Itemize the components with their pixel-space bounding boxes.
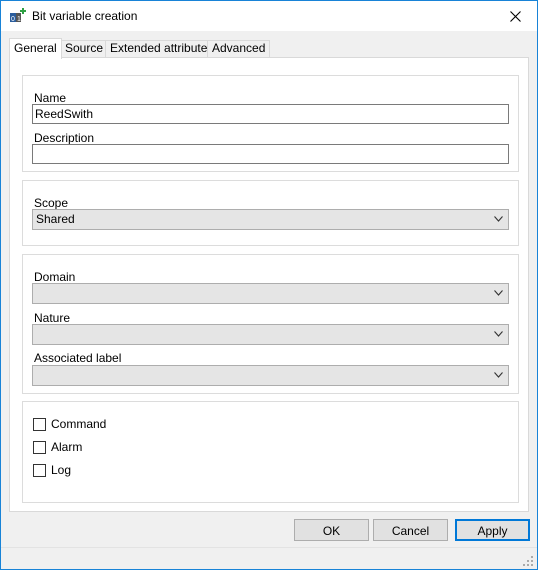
tab-extended-attributes-label: Extended attributes <box>110 41 214 55</box>
chevron-down-icon <box>494 290 503 296</box>
alarm-checkbox[interactable] <box>33 441 46 454</box>
nature-label: Nature <box>34 311 71 325</box>
associated-label-label: Associated label <box>34 351 122 365</box>
cancel-button[interactable]: Cancel <box>373 519 448 541</box>
chevron-down-icon <box>494 372 503 378</box>
command-checkbox-label: Command <box>51 417 107 431</box>
chevron-down-icon <box>494 216 503 222</box>
command-checkbox[interactable] <box>33 418 46 431</box>
tab-general[interactable]: General <box>9 38 62 59</box>
domain-label: Domain <box>34 270 76 284</box>
name-field[interactable]: ReedSwith <box>32 104 509 124</box>
scope-value: Shared <box>36 212 75 226</box>
title-bar[interactable]: 0 1 Bit variable creation <box>1 1 537 31</box>
close-button[interactable] <box>493 1 537 31</box>
svg-text:1: 1 <box>17 16 21 23</box>
tab-advanced[interactable]: Advanced <box>207 40 271 57</box>
nature-dropdown[interactable] <box>32 324 509 345</box>
general-tab-panel: Name ReedSwith Description Scope Shared … <box>9 57 529 512</box>
associated-label-dropdown[interactable] <box>32 365 509 386</box>
variable-plus-icon: 0 1 <box>10 8 26 23</box>
ok-button[interactable]: OK <box>294 519 369 541</box>
domain-dropdown[interactable] <box>32 283 509 304</box>
scope-label: Scope <box>34 196 69 210</box>
identity-group: Name ReedSwith Description <box>22 75 519 172</box>
status-bar <box>1 547 537 569</box>
alarm-checkbox-label: Alarm <box>51 440 83 454</box>
classification-group: Domain Nature Associated label <box>22 254 519 394</box>
tab-extended-attributes[interactable]: Extended attributes <box>105 40 219 57</box>
close-icon <box>509 10 521 22</box>
tab-general-label: General <box>14 41 57 55</box>
options-group: Command Alarm Log <box>22 401 519 503</box>
apply-button[interactable]: Apply <box>455 519 530 541</box>
svg-text:0: 0 <box>11 16 15 23</box>
log-checkbox-label: Log <box>51 463 72 477</box>
name-label: Name <box>34 91 67 105</box>
chevron-down-icon <box>494 331 503 337</box>
resize-grip-icon[interactable] <box>522 555 534 567</box>
scope-dropdown[interactable]: Shared <box>32 209 509 230</box>
scope-group: Scope Shared <box>22 180 519 246</box>
tab-source[interactable]: Source <box>60 40 109 57</box>
tab-advanced-label: Advanced <box>212 41 266 55</box>
description-label: Description <box>34 131 95 145</box>
window-title: Bit variable creation <box>32 9 138 23</box>
dialog-window: 0 1 Bit variable creation General Source… <box>0 0 538 570</box>
tab-source-label: Source <box>65 41 104 55</box>
log-checkbox[interactable] <box>33 464 46 477</box>
description-field[interactable] <box>32 144 509 164</box>
